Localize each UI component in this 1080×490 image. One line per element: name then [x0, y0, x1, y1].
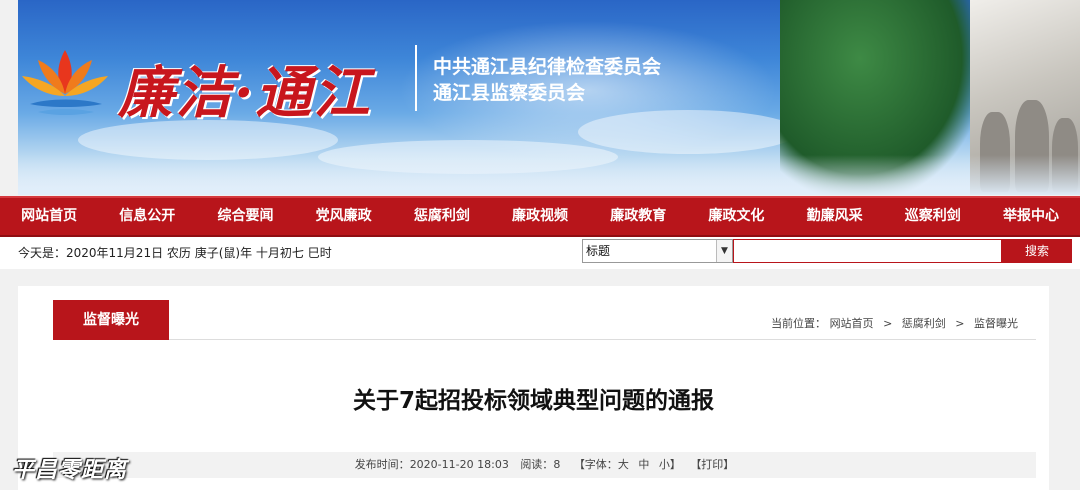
breadcrumb-home[interactable]: 网站首页: [830, 317, 874, 330]
org-line-2: 通江县监察委员会: [433, 82, 586, 104]
breadcrumb-prefix: 当前位置：: [771, 317, 827, 330]
breadcrumb: 当前位置： 网站首页 > 惩腐利剑 > 监督曝光: [771, 315, 1018, 331]
org-line-1: 中共通江县纪律检查委员会: [433, 56, 662, 78]
reads-label: 阅读：: [520, 458, 554, 471]
publish-label: 发布时间：: [354, 458, 410, 471]
nav-item-inspection[interactable]: 巡察利剑: [884, 198, 982, 235]
article-title: 关于7起招投标领域典型问题的通报: [352, 388, 714, 414]
nav-item-home[interactable]: 网站首页: [0, 198, 98, 235]
font-large-button[interactable]: 大: [618, 458, 629, 471]
logo-divider: [415, 45, 417, 111]
nav-item-news[interactable]: 综合要闻: [196, 198, 294, 235]
search-field-select[interactable]: 标题 ▼: [582, 239, 733, 263]
nav-item-info-disclosure[interactable]: 信息公开: [98, 198, 196, 235]
site-logo-text: 廉洁·通江: [118, 60, 372, 126]
main-nav: 网站首页 信息公开 综合要闻 党风廉政 惩腐利剑 廉政视频 廉政教育 廉政文化 …: [0, 196, 1080, 237]
article-meta: 发布时间：2020-11-20 18:03 阅读：8 【字体：大 中 小】 【打…: [53, 452, 1036, 478]
print-button[interactable]: 【打印】: [690, 458, 734, 471]
nav-item-videos[interactable]: 廉政视频: [491, 198, 589, 235]
nav-item-party-conduct[interactable]: 党风廉政: [295, 198, 393, 235]
breadcrumb-anti-corruption[interactable]: 惩腐利剑: [902, 317, 946, 330]
nav-item-anti-corruption[interactable]: 惩腐利剑: [393, 198, 491, 235]
search-input[interactable]: [733, 239, 1002, 263]
breadcrumb-current[interactable]: 监督曝光: [974, 317, 1018, 330]
nav-item-report-center[interactable]: 举报中心: [982, 198, 1080, 235]
banner-haze: [18, 155, 1080, 195]
publish-time: 2020-11-20 18:03: [409, 458, 509, 471]
nav-item-education[interactable]: 廉政教育: [589, 198, 687, 235]
search-select-value: 标题: [586, 244, 611, 258]
breadcrumb-separator: >: [883, 317, 893, 330]
font-size-close: 】: [669, 458, 681, 471]
nav-item-style[interactable]: 勤廉风采: [786, 198, 884, 235]
font-size-label: 【字体：: [573, 458, 618, 471]
cloud-decoration: [578, 110, 798, 154]
read-count: 8: [553, 458, 561, 471]
search-button[interactable]: 搜索: [1002, 239, 1072, 263]
font-medium-button[interactable]: 中: [638, 458, 649, 471]
breadcrumb-separator: >: [955, 317, 965, 330]
font-small-button[interactable]: 小: [659, 458, 670, 471]
organization-name: 中共通江县纪律检查委员会 通江县监察委员会: [433, 54, 661, 106]
today-date: 今天是：2020年11月21日 农历 庚子(鼠)年 十月初七 巳时: [18, 246, 332, 260]
column-header: 监督曝光 当前位置： 网站首页 > 惩腐利剑 > 监督曝光: [53, 300, 1036, 340]
watermark: 平昌零距离: [12, 457, 128, 483]
nav-item-culture[interactable]: 廉政文化: [687, 198, 785, 235]
article-panel: 监督曝光 当前位置： 网站首页 > 惩腐利剑 > 监督曝光 关于7起招投标领域典…: [18, 286, 1049, 490]
search-bar: 标题 ▼ 搜索: [582, 239, 1072, 263]
chevron-down-icon[interactable]: ▼: [716, 240, 732, 262]
lotus-logo-icon: [22, 50, 108, 115]
site-banner: 廉洁·通江 中共通江县纪律检查委员会 通江县监察委员会: [18, 0, 1080, 195]
info-bar: 今天是：2020年11月21日 农历 庚子(鼠)年 十月初七 巳时 标题 ▼ 搜…: [0, 237, 1080, 269]
column-title: 监督曝光: [53, 300, 169, 340]
